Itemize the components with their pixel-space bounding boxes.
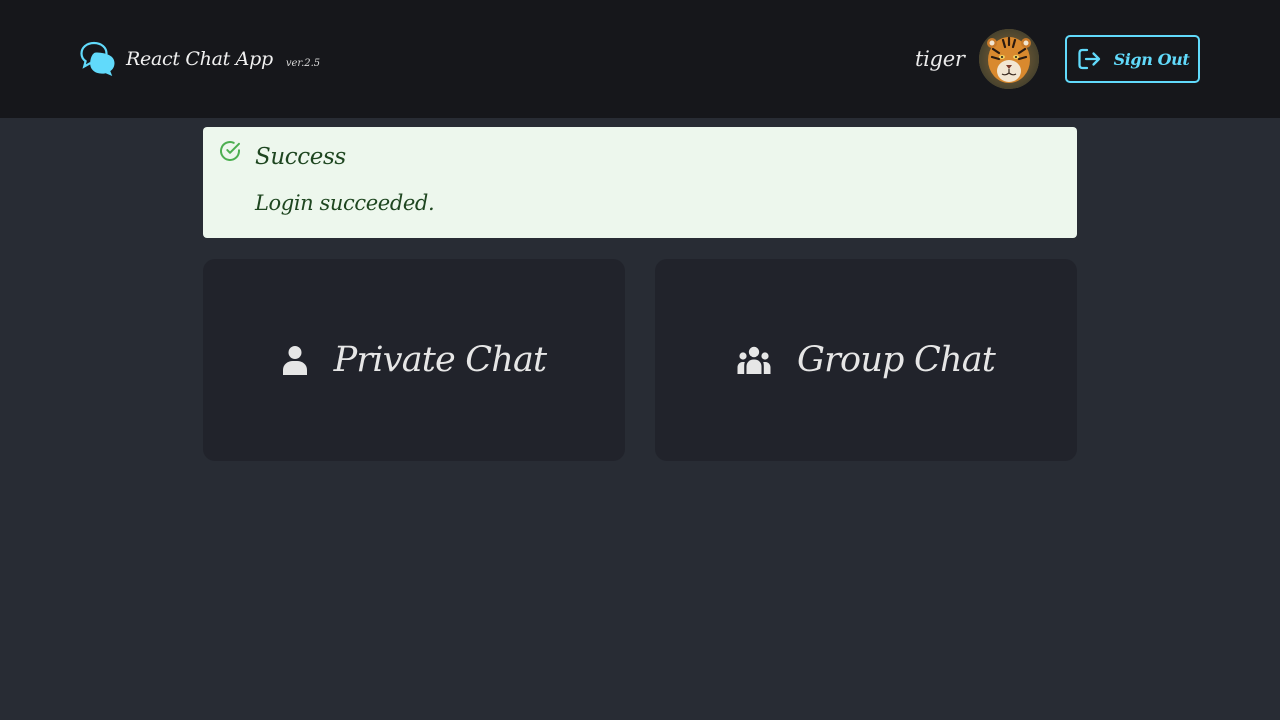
app-brand[interactable]: React Chat App ver.2.5 xyxy=(80,40,320,78)
group-chat-label: Group Chat xyxy=(796,340,996,380)
alert-message: Login succeeded. xyxy=(255,191,435,215)
sign-out-button[interactable]: Sign Out xyxy=(1065,35,1200,83)
success-alert: Success Login succeeded. xyxy=(203,127,1077,238)
tiger-avatar-image xyxy=(978,29,1039,89)
user-info: tiger xyxy=(915,29,1039,89)
app-version: ver.2.5 xyxy=(285,57,321,69)
private-chat-card[interactable]: Private Chat xyxy=(203,259,625,461)
avatar[interactable] xyxy=(978,29,1039,89)
username: tiger xyxy=(915,47,965,71)
private-chat-label: Private Chat xyxy=(333,340,547,380)
group-icon xyxy=(737,346,771,374)
person-icon xyxy=(282,346,307,375)
app-header: React Chat App ver.2.5 tiger Sign Out xyxy=(0,0,1280,118)
check-circle-icon xyxy=(219,140,241,162)
sign-out-label: Sign Out xyxy=(1113,49,1190,69)
group-chat-card[interactable]: Group Chat xyxy=(655,259,1077,461)
chat-bubbles-icon xyxy=(80,41,115,76)
alert-title: Success xyxy=(255,144,346,170)
sign-out-icon xyxy=(1077,48,1100,70)
app-title: React Chat App xyxy=(126,48,273,70)
